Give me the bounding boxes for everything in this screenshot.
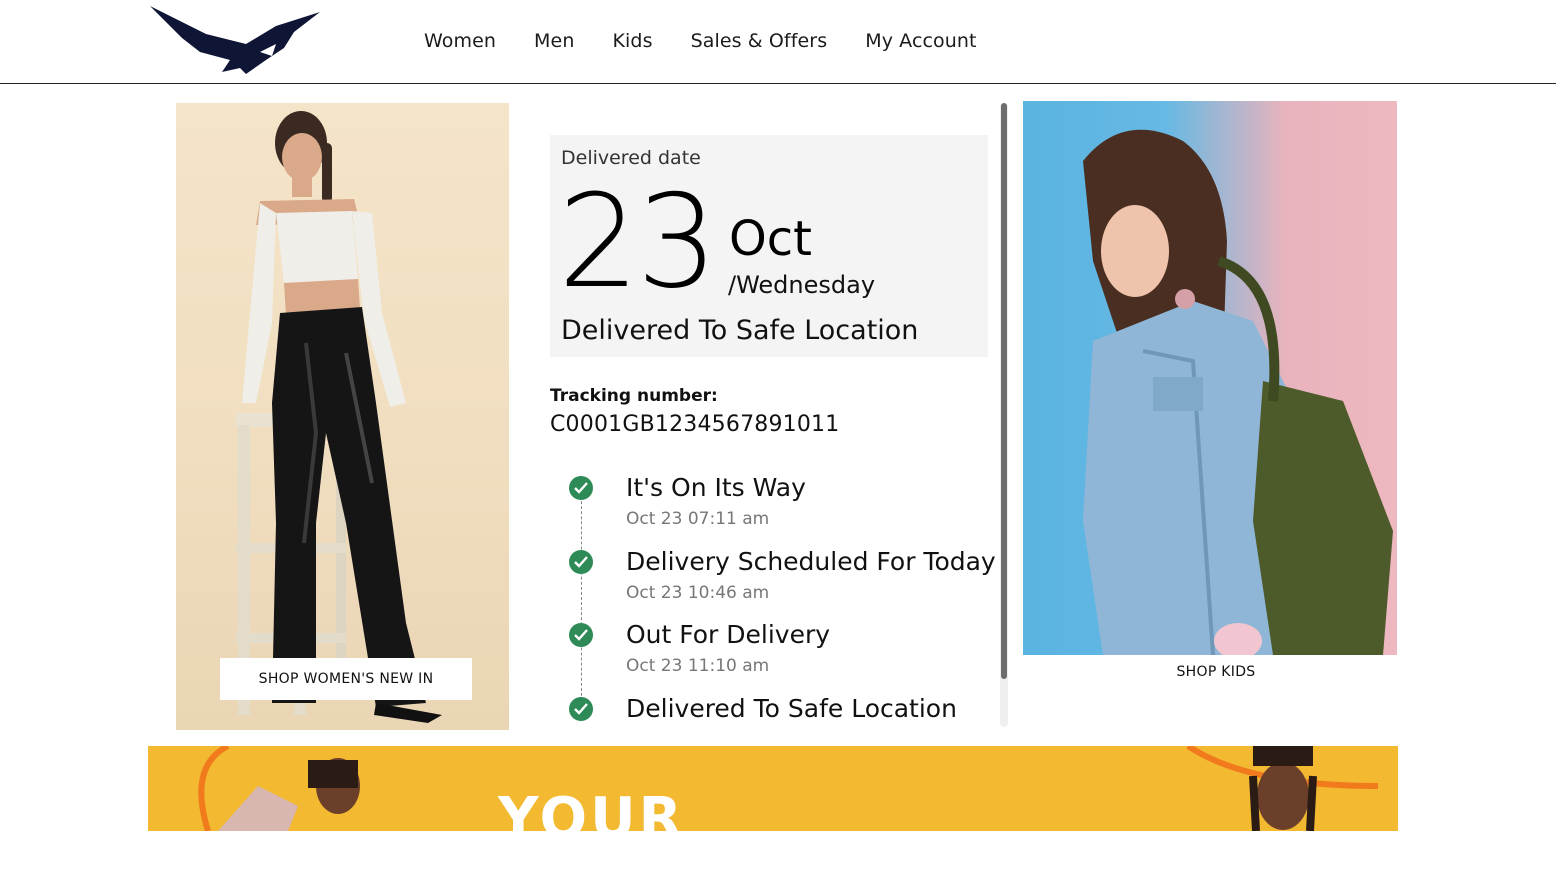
shop-women-new-in-button[interactable]: SHOP WOMEN'S NEW IN [220,658,472,700]
timeline-step-title: Delivered To Safe Location [626,694,957,723]
timeline-step-title: It's On Its Way [626,473,806,502]
tracking-panel: Delivered date 23 Oct /Wednesday Deliver… [550,103,1000,727]
nav-kids[interactable]: Kids [612,30,652,52]
banner-headline: YOUR [498,786,685,831]
woman-model-image [236,111,442,723]
delivery-status: Delivered To Safe Location [561,315,919,346]
timeline-step-time: Oct 23 07:11 am [626,509,770,529]
check-icon [569,697,593,721]
promo-banner[interactable]: YOUR [148,746,1398,831]
timeline-step-title: Out For Delivery [626,620,831,649]
girl-denim-jacket-image [1083,129,1393,655]
delivered-date-label: Delivered date [561,147,701,169]
banner-models-image [198,746,1379,831]
delivered-day: 23 [558,168,718,317]
promo-women[interactable]: SHOP WOMEN'S NEW IN [176,103,509,730]
shop-kids-link[interactable]: SHOP KIDS [1023,664,1409,680]
delivered-month: Oct [729,211,812,267]
promo-kids[interactable] [1023,101,1397,655]
check-icon [569,623,593,647]
check-icon [569,476,593,500]
delivered-weekday: /Wednesday [728,271,876,299]
nav-men[interactable]: Men [534,30,574,52]
timeline-step-time: Oct 23 10:46 am [626,583,770,603]
eagle-logo-icon[interactable] [148,4,324,78]
nav-sales-offers[interactable]: Sales & Offers [691,30,828,52]
nav-my-account[interactable]: My Account [865,30,976,52]
scrollbar-thumb[interactable] [1001,103,1007,679]
tracking-scrollbar[interactable] [1000,103,1008,727]
delivered-date-card: Delivered date 23 Oct /Wednesday Deliver… [550,135,988,357]
timeline-connector [581,491,582,711]
site-header: Women Men Kids Sales & Offers My Account [0,0,1556,84]
nav-women[interactable]: Women [424,30,496,52]
tracking-number: C0001GB1234567891011 [550,412,840,437]
timeline-step-time: Oct 23 11:10 am [626,656,770,676]
check-icon [569,550,593,574]
tracking-number-label: Tracking number: [550,386,718,406]
main-nav: Women Men Kids Sales & Offers My Account [424,30,977,52]
timeline-step-title: Delivery Scheduled For Today [626,547,996,576]
